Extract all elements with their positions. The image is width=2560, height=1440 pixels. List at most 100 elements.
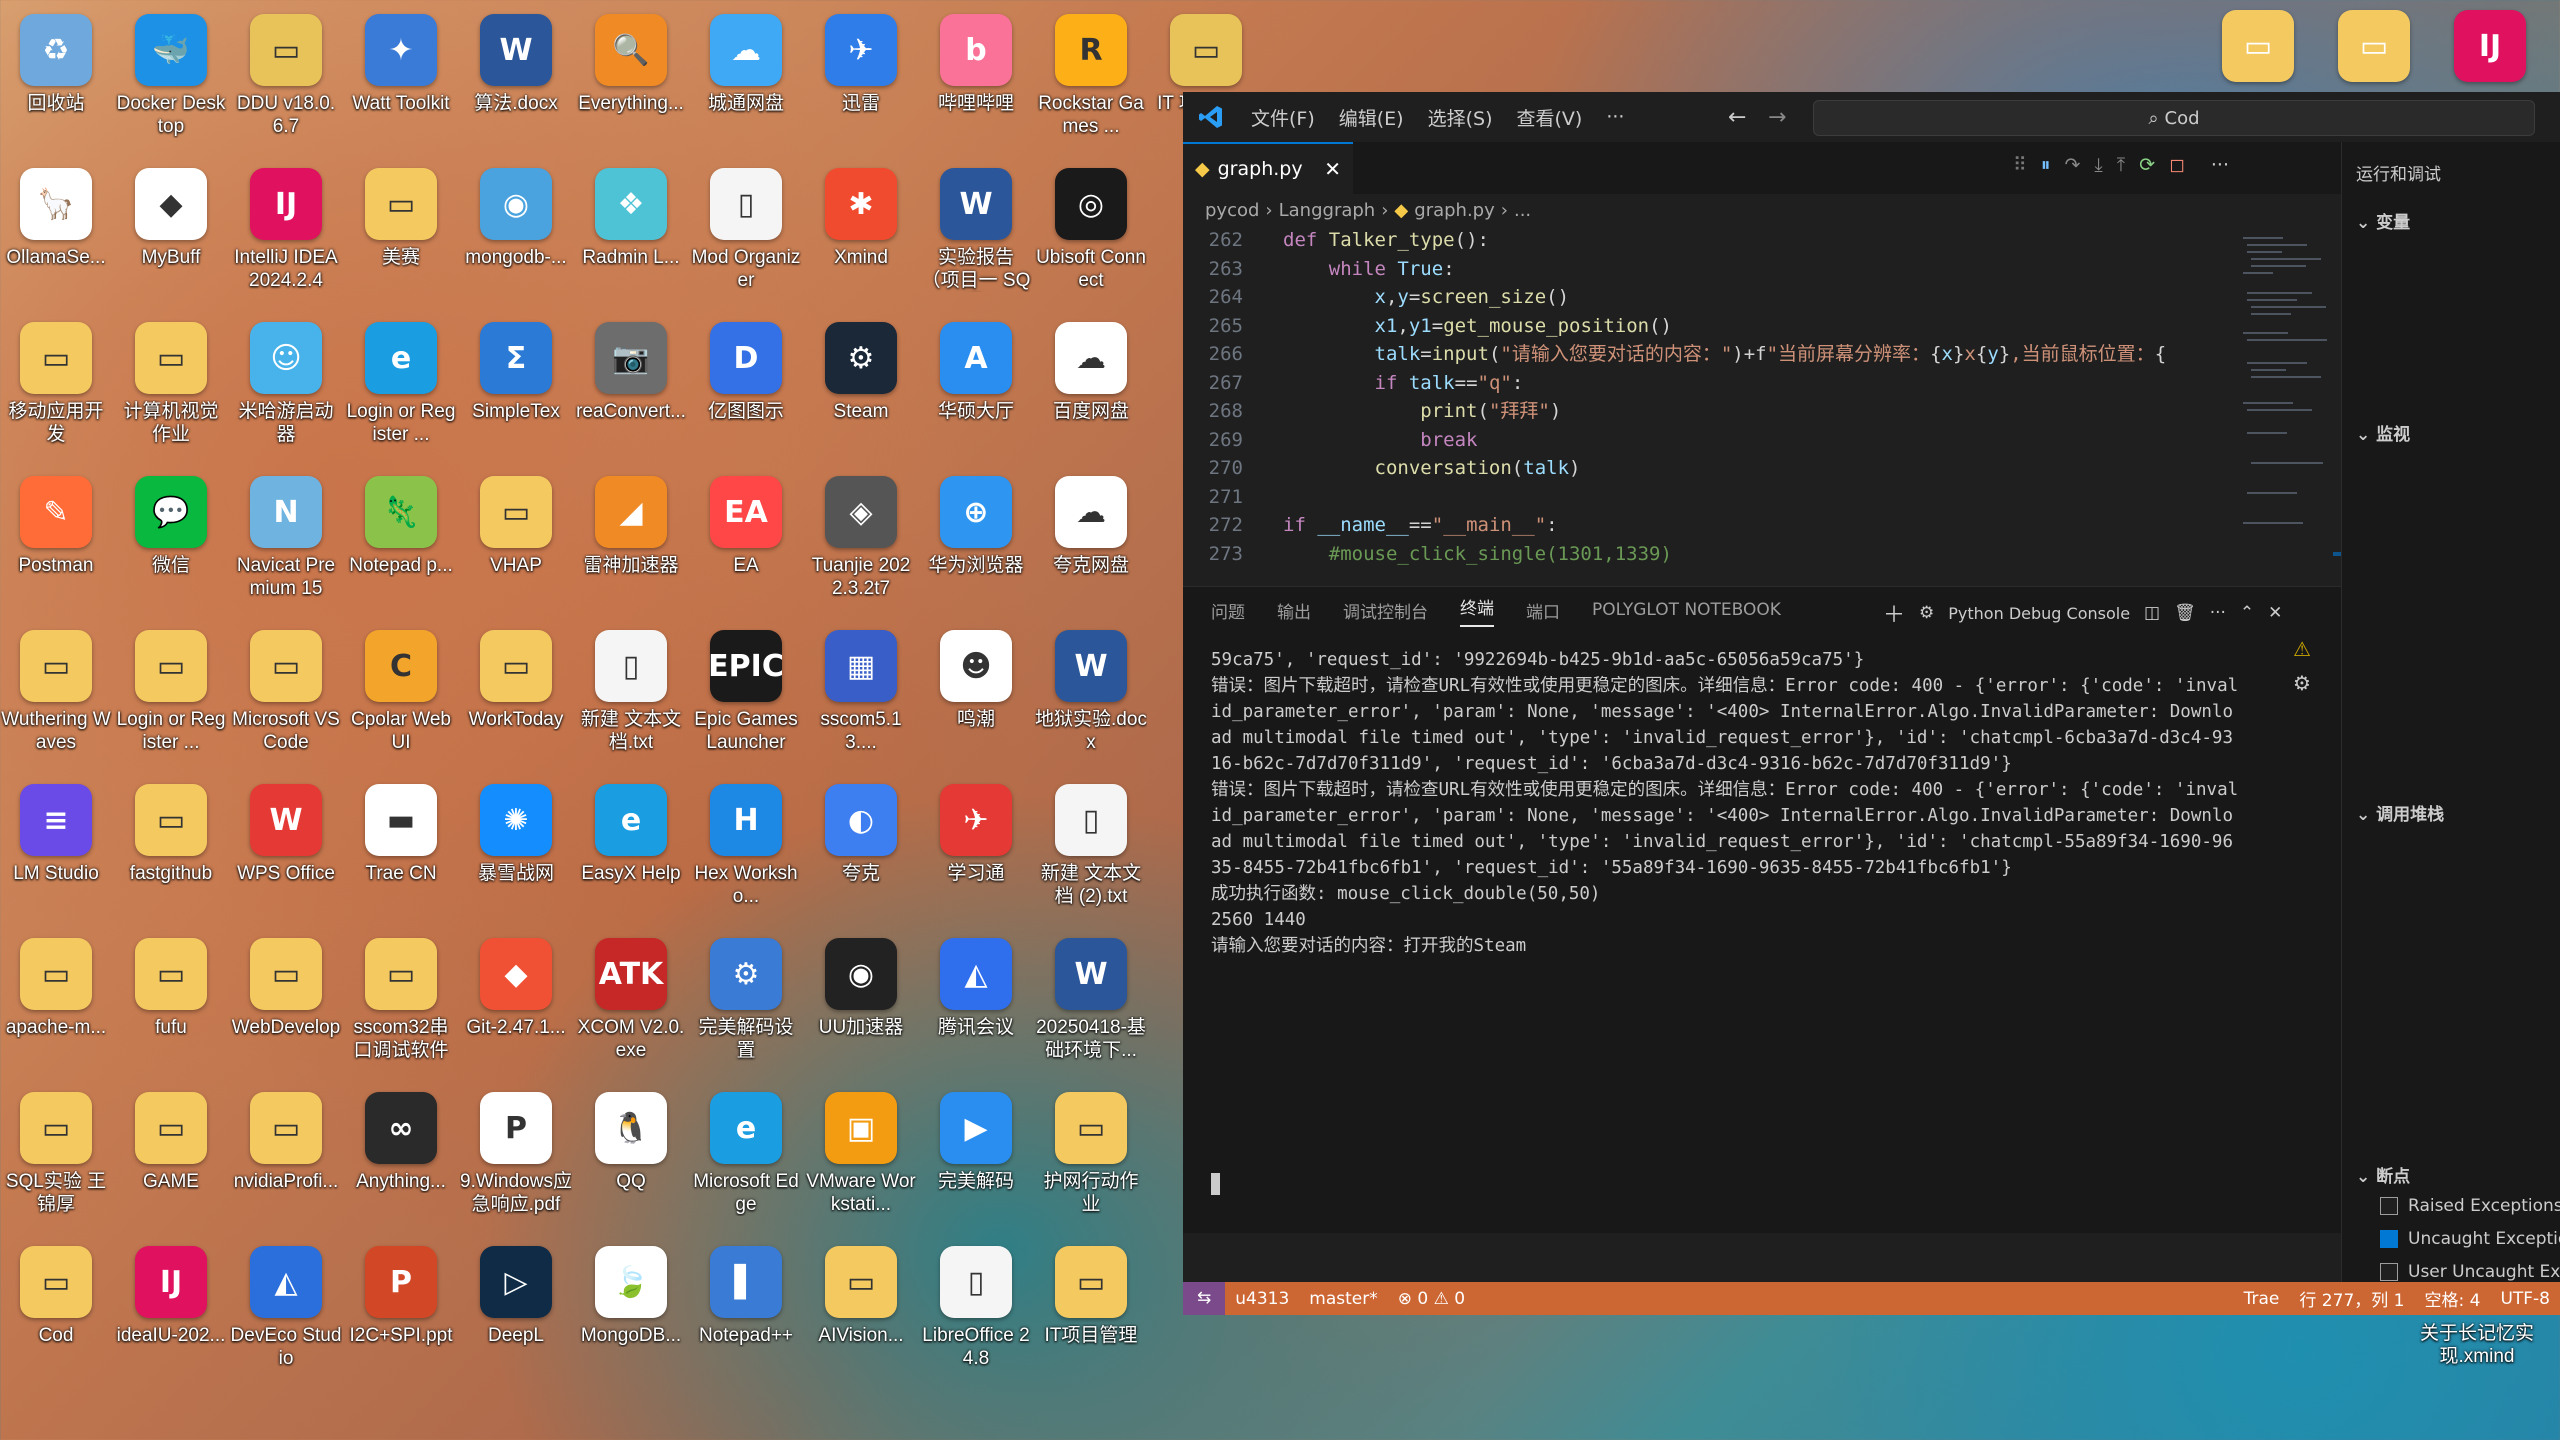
code-line[interactable]: 271 xyxy=(1183,483,2341,512)
desktop-icon[interactable]: ✺ 暴雪战网 xyxy=(460,784,572,885)
debug-terminal-icon[interactable]: ⚙ xyxy=(2293,671,2311,695)
desktop-icon[interactable]: e Microsoft Edge xyxy=(690,1092,802,1216)
desktop-icon[interactable]: 🍃 MongoDB... xyxy=(575,1246,687,1347)
code-line[interactable]: 270 conversation(talk) xyxy=(1183,454,2341,483)
desktop-icon[interactable]: ▌ Notepad++ xyxy=(690,1246,802,1347)
desktop-icon[interactable]: ▭ 护网行动作业 xyxy=(1035,1092,1147,1216)
desktop-icon[interactable]: ▭ fufu xyxy=(115,938,227,1039)
desktop-icon[interactable]: EPIC Epic Games Launcher xyxy=(690,630,802,754)
maximize-icon[interactable]: ⌃ xyxy=(2240,603,2254,623)
remote-indicator[interactable]: ⇆ xyxy=(1183,1282,1226,1315)
desktop-icon[interactable]: ◆ Git-2.47.1... xyxy=(460,938,572,1039)
desktop-icon[interactable]: ▭ WebDevelop xyxy=(230,938,342,1039)
nav-back-icon[interactable]: ← xyxy=(1728,105,1746,130)
desktop-icon[interactable]: ▦ sscom5.13.... xyxy=(805,630,917,754)
nav-forward-icon[interactable]: → xyxy=(1768,105,1786,130)
trash-icon[interactable]: 🗑 xyxy=(2174,603,2196,623)
close-panel-icon[interactable]: ✕ xyxy=(2268,603,2282,623)
status-spaces[interactable]: 空格: 4 xyxy=(2414,1286,2490,1311)
status-problems[interactable]: ⊗ 0 ⚠ 0 xyxy=(1388,1289,1475,1309)
desktop-icon[interactable]: H Hex Worksho... xyxy=(690,784,802,908)
section-callstack[interactable]: ⌄ 调用堆栈 xyxy=(2356,800,2444,825)
status-branch[interactable]: master* xyxy=(1299,1289,1387,1309)
step-out-icon[interactable]: ⤒ xyxy=(2117,154,2125,176)
desktop-icon[interactable]: e Login or Register ... xyxy=(345,322,457,446)
desktop-icon-xmind-file[interactable]: 关于长记忆实现.xmind xyxy=(2412,1316,2542,1368)
desktop-icon[interactable]: ▭ DDU v18.0.6.7 xyxy=(230,14,342,138)
pause-icon[interactable]: ⏸ xyxy=(2041,154,2051,176)
desktop-icon[interactable]: W 20250418-基础环境下... xyxy=(1035,938,1147,1062)
desktop-icon[interactable]: ATK XCOM V2.0.exe xyxy=(575,938,687,1062)
desktop-icon[interactable]: ◎ Ubisoft Connect xyxy=(1035,168,1147,292)
status-trae[interactable]: Trae xyxy=(2234,1289,2290,1309)
code-line[interactable]: 273 #mouse_click_single(1301,1339) xyxy=(1183,540,2341,569)
desktop-icon[interactable]: ▭ AIVision... xyxy=(805,1246,917,1347)
desktop-icon[interactable]: ▷ DeepL xyxy=(460,1246,572,1347)
desktop-icon[interactable]: ▯ 新建 文本文档.txt xyxy=(575,630,687,754)
desktop-icon[interactable]: P 9.Windows应急响应.pdf xyxy=(460,1092,572,1216)
desktop-icon[interactable]: ☺ 米哈游启动器 xyxy=(230,322,342,446)
desktop-icon[interactable]: ▯ LibreOffice 24.8 xyxy=(920,1246,1032,1370)
desktop-icon[interactable]: 💬 微信 xyxy=(115,476,227,577)
tab-output[interactable]: 输出 xyxy=(1277,598,1311,623)
desktop-icon[interactable]: ▭ VHAP xyxy=(460,476,572,577)
desktop-icon[interactable]: ◢ 雷神加速器 xyxy=(575,476,687,577)
desktop-icon[interactable]: W 算法.docx xyxy=(460,14,572,115)
desktop-icon[interactable]: ▭ Microsoft VS Code xyxy=(230,630,342,754)
code-line[interactable]: 265 x1,y1=get_mouse_position() xyxy=(1183,312,2341,341)
bp-raised-exceptions[interactable]: Raised Exceptions xyxy=(2380,1196,2560,1216)
desktop-icon[interactable]: D 亿图图示 xyxy=(690,322,802,423)
desktop-icon[interactable]: ◆ MyBuff xyxy=(115,168,227,269)
desktop-icon[interactable]: ▶ 完美解码 xyxy=(920,1092,1032,1193)
code-line[interactable]: 267 if talk=="q": xyxy=(1183,369,2341,398)
status-position[interactable]: 行 277，列 1 xyxy=(2289,1286,2414,1311)
desktop-icon[interactable]: 🦙 OllamaSe... xyxy=(0,168,112,269)
desktop-icon[interactable]: 🐳 Docker Desktop xyxy=(115,14,227,138)
desktop-icon[interactable]: ▭ WorkToday xyxy=(460,630,572,731)
desktop-icon[interactable]: ◉ mongodb-... xyxy=(460,168,572,269)
desktop-icon[interactable]: ◐ 夸克 xyxy=(805,784,917,885)
section-breakpoints[interactable]: ⌄ 断点 xyxy=(2356,1162,2410,1187)
code-line[interactable]: 266 talk=input("请输入您要对话的内容：")+f"当前屏幕分辨率：… xyxy=(1183,340,2341,369)
desktop-icon[interactable]: ⚙ 完美解码设置 xyxy=(690,938,802,1062)
desktop-icon[interactable]: ▭ apache-m... xyxy=(0,938,112,1039)
desktop-icon[interactable]: ✈ 迅雷 xyxy=(805,14,917,115)
status-encoding[interactable]: UTF-8 xyxy=(2490,1289,2560,1309)
code-line[interactable]: 263 while True: xyxy=(1183,255,2341,284)
desktop-icon[interactable]: ▭ 移动应用开发 xyxy=(0,322,112,446)
desktop-icon-intellij-top-right[interactable]: IJ xyxy=(2434,10,2546,82)
desktop-icon[interactable]: ▯ 新建 文本文档 (2).txt xyxy=(1035,784,1147,908)
breadcrumb-item[interactable]: pycod xyxy=(1205,200,1259,221)
desktop-icon[interactable]: e EasyX Help xyxy=(575,784,687,885)
desktop-icon[interactable]: ▬ Trae CN xyxy=(345,784,457,885)
desktop-icon[interactable]: ▭ nvidiaProfi... xyxy=(230,1092,342,1193)
breadcrumb-item[interactable]: graph.py xyxy=(1414,200,1495,221)
command-center-search[interactable]: ⌕ Cod xyxy=(1813,100,2535,136)
step-over-icon[interactable]: ↷ xyxy=(2064,154,2080,176)
desktop-icon[interactable]: 🔍 Everything... xyxy=(575,14,687,115)
desktop-icon[interactable]: ▭ GAME xyxy=(115,1092,227,1193)
desktop-icon[interactable]: IJ IntelliJ IDEA 2024.2.4 xyxy=(230,168,342,292)
desktop-icon[interactable]: ⚙ Steam xyxy=(805,322,917,423)
desktop-icon[interactable]: ▭ sscom32串口调试软件 xyxy=(345,938,457,1062)
add-terminal-icon[interactable]: ＋ xyxy=(1883,597,1905,629)
code-line[interactable]: 272 if __name__=="__main__": xyxy=(1183,511,2341,540)
tab-problems[interactable]: 问题 xyxy=(1211,598,1245,623)
menu-selection[interactable]: 选择(S) xyxy=(1416,104,1505,131)
desktop-icon[interactable]: ◭ DevEco Studio xyxy=(230,1246,342,1370)
desktop-icon[interactable]: ▭ 计算机视觉作业 xyxy=(115,322,227,446)
menu-edit[interactable]: 编辑(E) xyxy=(1327,104,1416,131)
desktop-icon[interactable]: C Cpolar Web UI xyxy=(345,630,457,754)
section-watch[interactable]: ⌄ 监视 xyxy=(2356,420,2410,445)
desktop-icon[interactable]: ▭ Login or Register ... xyxy=(115,630,227,754)
desktop-icon[interactable]: ∞ Anything... xyxy=(345,1092,457,1193)
tab-debug-console[interactable]: 调试控制台 xyxy=(1343,598,1428,623)
desktop-icon[interactable]: P I2C+SPI.ppt xyxy=(345,1246,457,1347)
menu-file[interactable]: 文件(F) xyxy=(1239,104,1327,131)
desktop-icon[interactable]: ▯ Mod Organizer xyxy=(690,168,802,292)
desktop-icon[interactable]: ☁ 城通网盘 xyxy=(690,14,802,115)
more-actions-icon[interactable]: ··· xyxy=(2211,154,2229,176)
code-line[interactable]: 262 def Talker_type(): xyxy=(1183,226,2341,255)
close-tab-icon[interactable]: ✕ xyxy=(1324,157,1341,181)
desktop-icon[interactable]: A 华硕大厅 xyxy=(920,322,1032,423)
